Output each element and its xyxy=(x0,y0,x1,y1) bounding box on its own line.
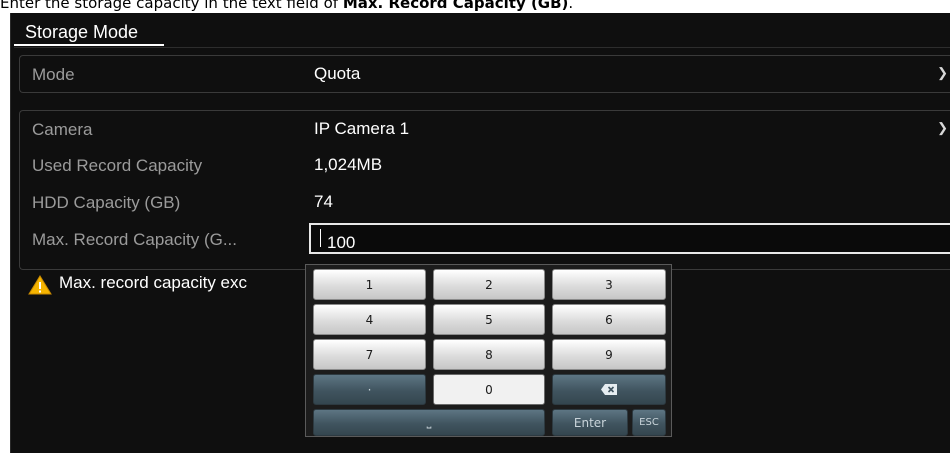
used-capacity-value: 1,024MB xyxy=(314,155,383,174)
hdd-capacity-label: HDD Capacity (GB) xyxy=(32,193,181,212)
enter-key[interactable]: Enter xyxy=(552,409,628,436)
key-1[interactable]: 1 xyxy=(313,269,426,300)
warning-icon xyxy=(28,275,52,295)
camera-settings-group: Camera IP Camera 1 ❯ Used Record Capacit… xyxy=(19,110,950,270)
max-capacity-row: Max. Record Capacity (G... 100 xyxy=(20,223,950,255)
max-capacity-label: Max. Record Capacity (G... xyxy=(32,230,238,249)
title-underline xyxy=(14,44,164,46)
caption-text: Enter the storage capacity in the text f… xyxy=(0,0,343,12)
key-0[interactable]: 0 xyxy=(433,374,545,405)
chevron-down-icon[interactable]: ❯ xyxy=(937,65,948,81)
key-2[interactable]: 2 xyxy=(433,269,545,300)
max-capacity-input-value: 100 xyxy=(319,229,355,252)
key-dot[interactable]: · xyxy=(313,374,426,405)
caption-bold-text: Max. Record Capacity (GB) xyxy=(342,0,569,12)
space-key[interactable]: ⎵ xyxy=(313,409,545,436)
capacity-warning: Max. record capacity exc xyxy=(28,273,303,295)
warning-text: Max. record capacity exc xyxy=(59,273,248,292)
mode-label: Mode xyxy=(32,65,75,84)
key-7[interactable]: 7 xyxy=(313,339,426,370)
key-5[interactable]: 5 xyxy=(433,304,545,335)
key-3[interactable]: 3 xyxy=(552,269,666,300)
esc-key[interactable]: ESC xyxy=(632,409,666,436)
camera-select[interactable]: IP Camera 1 xyxy=(314,119,409,139)
backspace-key[interactable] xyxy=(552,374,666,405)
soft-keypad: 1 2 3 4 5 6 7 8 9 · 0 ⎵ Enter ESC xyxy=(305,264,672,437)
mode-row[interactable]: Mode Quota ❯ xyxy=(20,58,950,90)
camera-row[interactable]: Camera IP Camera 1 ❯ xyxy=(20,113,950,145)
mode-select[interactable]: Quota xyxy=(314,64,360,84)
text-caret xyxy=(320,229,321,247)
used-capacity-row: Used Record Capacity 1,024MB xyxy=(20,149,950,181)
instruction-caption: Enter the storage capacity in the text f… xyxy=(0,0,950,12)
key-4[interactable]: 4 xyxy=(313,304,426,335)
key-9[interactable]: 9 xyxy=(552,339,666,370)
storage-mode-panel: Storage Mode Mode Quota ❯ Camera IP Came… xyxy=(10,13,950,453)
camera-label: Camera xyxy=(32,120,93,139)
hdd-capacity-row: HDD Capacity (GB) 74 xyxy=(20,186,950,218)
max-capacity-input[interactable]: 100 xyxy=(309,223,950,254)
backspace-icon xyxy=(601,384,617,395)
chevron-down-icon[interactable]: ❯ xyxy=(937,120,948,136)
hdd-capacity-value: 74 xyxy=(314,192,333,211)
caption-suffix: . xyxy=(568,0,574,12)
title-divider xyxy=(14,47,950,48)
key-8[interactable]: 8 xyxy=(433,339,545,370)
used-capacity-label: Used Record Capacity xyxy=(32,156,203,175)
mode-group: Mode Quota ❯ xyxy=(19,55,950,93)
key-6[interactable]: 6 xyxy=(552,304,666,335)
panel-title: Storage Mode xyxy=(25,22,139,42)
